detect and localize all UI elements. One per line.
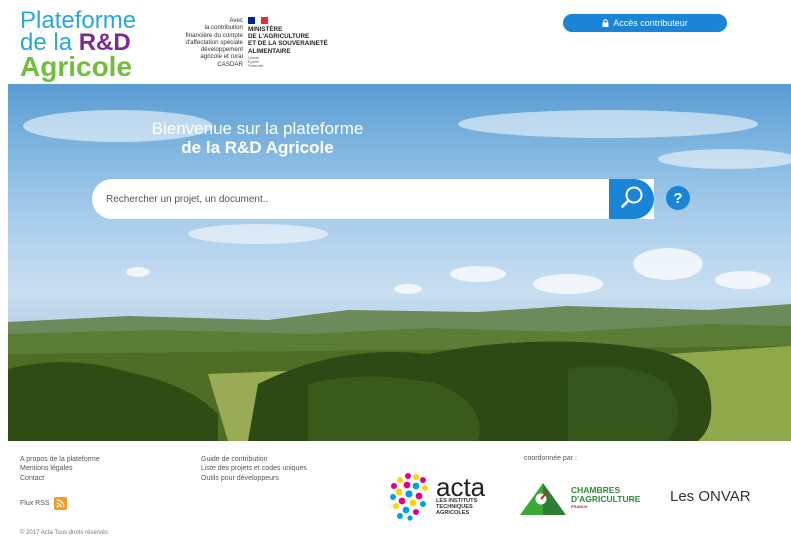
footer-link-about[interactable]: A propos de la plateforme [20, 455, 100, 464]
acta-logo[interactable]: acta LES INSTITUTS TECHNIQUES AGRICOLES [388, 471, 485, 521]
coordinated-by-label: coordonnée par : [524, 455, 577, 462]
magnifier-icon [619, 184, 645, 215]
ministry-logo: MINISTÈRE DE L'AGRICULTURE ET DE LA SOUV… [248, 17, 328, 68]
casdar-line: Avec [229, 17, 243, 24]
logo-line3: Agricole [20, 51, 133, 83]
hero-title-line1: Bienvenue sur la plateforme [151, 119, 364, 138]
footer-links-guides: Guide de contribution Liste des projets … [201, 455, 307, 483]
acta-text: acta LES INSTITUTS TECHNIQUES AGRICOLES [436, 472, 486, 516]
ministry-name: MINISTÈRE DE L'AGRICULTURE ET DE LA SOUV… [248, 26, 328, 55]
chambres-text: CHAMBRES D'AGRICULTURE FRANCE [571, 485, 641, 509]
chambres-line3: FRANCE [571, 503, 588, 509]
casdar-mention: Avec la contribution financière du compt… [170, 17, 243, 68]
footer-link-legal[interactable]: Mentions légales [20, 464, 100, 473]
hero-title: Bienvenue sur la plateforme de la R&D Ag… [8, 119, 649, 157]
chambres-agriculture-logo[interactable]: CHAMBRES D'AGRICULTURE FRANCE [520, 479, 640, 515]
hero-title-line2: de la R&D Agricole [181, 138, 334, 157]
casdar-line: développement [200, 46, 243, 54]
footer-links-about: A propos de la plateforme Mentions légal… [20, 455, 100, 483]
search-bar [92, 179, 654, 219]
acta-name: acta [436, 472, 486, 502]
ministry-line: ALIMENTAIRE [248, 47, 291, 55]
search-input[interactable] [92, 179, 654, 219]
site-logo[interactable]: Plateforme de la R&D Agricole [20, 8, 136, 83]
contributor-access-button[interactable]: Accès contributeur [563, 14, 727, 32]
site-header: Plateforme de la R&D Agricole Avec la co… [0, 0, 791, 84]
ministry-line: MINISTÈRE [248, 26, 283, 33]
chambres-line2: D'AGRICULTURE [571, 493, 641, 504]
lock-icon [602, 19, 609, 27]
french-flag-icon [248, 17, 269, 24]
casdar-line: d'affectation spéciale [185, 38, 243, 46]
search-button[interactable] [609, 179, 654, 219]
copyright-text: © 2017 Acta Tous droits réservés [20, 530, 109, 536]
republic-motto: Liberté Égalité Fraternité [248, 56, 328, 68]
acta-dots-icon [390, 473, 428, 521]
site-footer: A propos de la plateforme Mentions légal… [0, 441, 791, 536]
footer-link-guide[interactable]: Guide de contribution [201, 455, 307, 464]
casdar-line: financière du compte [185, 31, 243, 39]
ministry-line: ET DE LA SOUVERAINETÉ [248, 40, 328, 48]
casdar-line: la contribution [204, 24, 243, 32]
casdar-line: CASDAR [217, 60, 243, 68]
casdar-line: agricole et rural [200, 53, 243, 61]
footer-link-dev-tools[interactable]: Outils pour développeurs [201, 474, 307, 483]
onvar-logo[interactable]: Les ONVAR [670, 488, 751, 505]
motto-line: Fraternité [248, 63, 264, 68]
footer-link-projects-list[interactable]: Liste des projets et codes uniques [201, 464, 307, 473]
contributor-access-label: Accès contributeur [613, 18, 688, 28]
footer-link-contact[interactable]: Contact [20, 474, 100, 483]
rss-icon [53, 497, 67, 510]
help-button[interactable]: ? [666, 186, 690, 210]
question-icon: ? [673, 189, 683, 207]
rss-label: Flux RSS [20, 500, 50, 507]
rss-link[interactable]: Flux RSS [20, 497, 67, 510]
hero-banner: Bienvenue sur la plateforme de la R&D Ag… [8, 84, 791, 441]
acta-sub-line: AGRICOLES [436, 510, 470, 516]
chambres-emblem-icon [520, 483, 566, 515]
